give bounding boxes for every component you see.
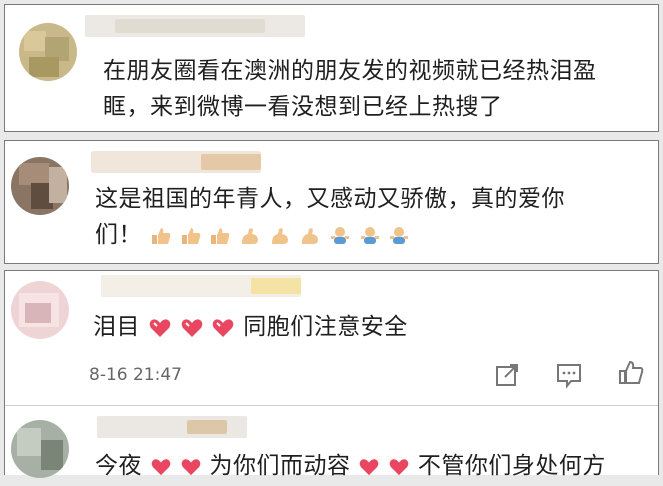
comment-card: 这是祖国的年青人，又感动又骄傲，真的爱你 们！: [4, 140, 659, 264]
comment-icon[interactable]: [555, 361, 583, 389]
figure-emoji: [360, 226, 379, 244]
heart-emoji: [181, 458, 200, 475]
comment-text: 泪目 同胞们注意安全: [93, 314, 408, 340]
comment-text: 这是祖国的年青人，又感动又骄傲，真的爱你 们！: [95, 186, 565, 248]
comment-card: 在朋友圈看在澳洲的朋友发的视频就已经热泪盈 眶，来到微博一看没想到已经上热搜了: [4, 4, 659, 132]
heart-emoji: [213, 318, 234, 337]
thumbs-up-emoji: [181, 227, 200, 244]
username-blurred[interactable]: [91, 151, 261, 173]
thumbs-up-icon[interactable]: [617, 359, 645, 387]
comment-card: 泪目 同胞们注意安全 8-16 21:47 今夜 为你们而动容 不管你们身处何方: [4, 270, 659, 479]
flexed-arm-emoji: [301, 227, 318, 244]
avatar[interactable]: [19, 23, 77, 81]
share-icon[interactable]: [493, 361, 521, 389]
comment-text: 在朋友圈看在澳洲的朋友发的视频就已经热泪盈 眶，来到微博一看没想到已经上热搜了: [103, 58, 597, 120]
heart-emoji: [151, 458, 171, 475]
heart-emoji: [359, 458, 379, 475]
flexed-arm-emoji: [272, 227, 289, 244]
avatar[interactable]: [11, 420, 69, 478]
comment-text: 今夜 为你们而动容 不管你们身处何方: [95, 453, 606, 479]
username-blurred[interactable]: [85, 15, 305, 37]
heart-emoji: [149, 318, 171, 337]
comment-card-partial: 今夜 为你们而动容 不管你们身处何方: [5, 405, 658, 486]
figure-emoji: [330, 226, 349, 244]
flexed-arm-emoji: [242, 227, 259, 244]
thumbs-up-emoji: [211, 227, 230, 244]
emoji-row: [150, 222, 411, 248]
username-blurred[interactable]: [101, 275, 301, 297]
username-blurred[interactable]: [97, 416, 247, 438]
heart-emoji: [181, 318, 202, 337]
avatar[interactable]: [11, 281, 69, 339]
thumbs-up-emoji: [151, 227, 171, 244]
heart-emoji: [389, 458, 409, 475]
avatar[interactable]: [11, 157, 69, 215]
comment-timestamp: 8-16 21:47: [89, 365, 182, 385]
figure-emoji: [390, 226, 409, 244]
